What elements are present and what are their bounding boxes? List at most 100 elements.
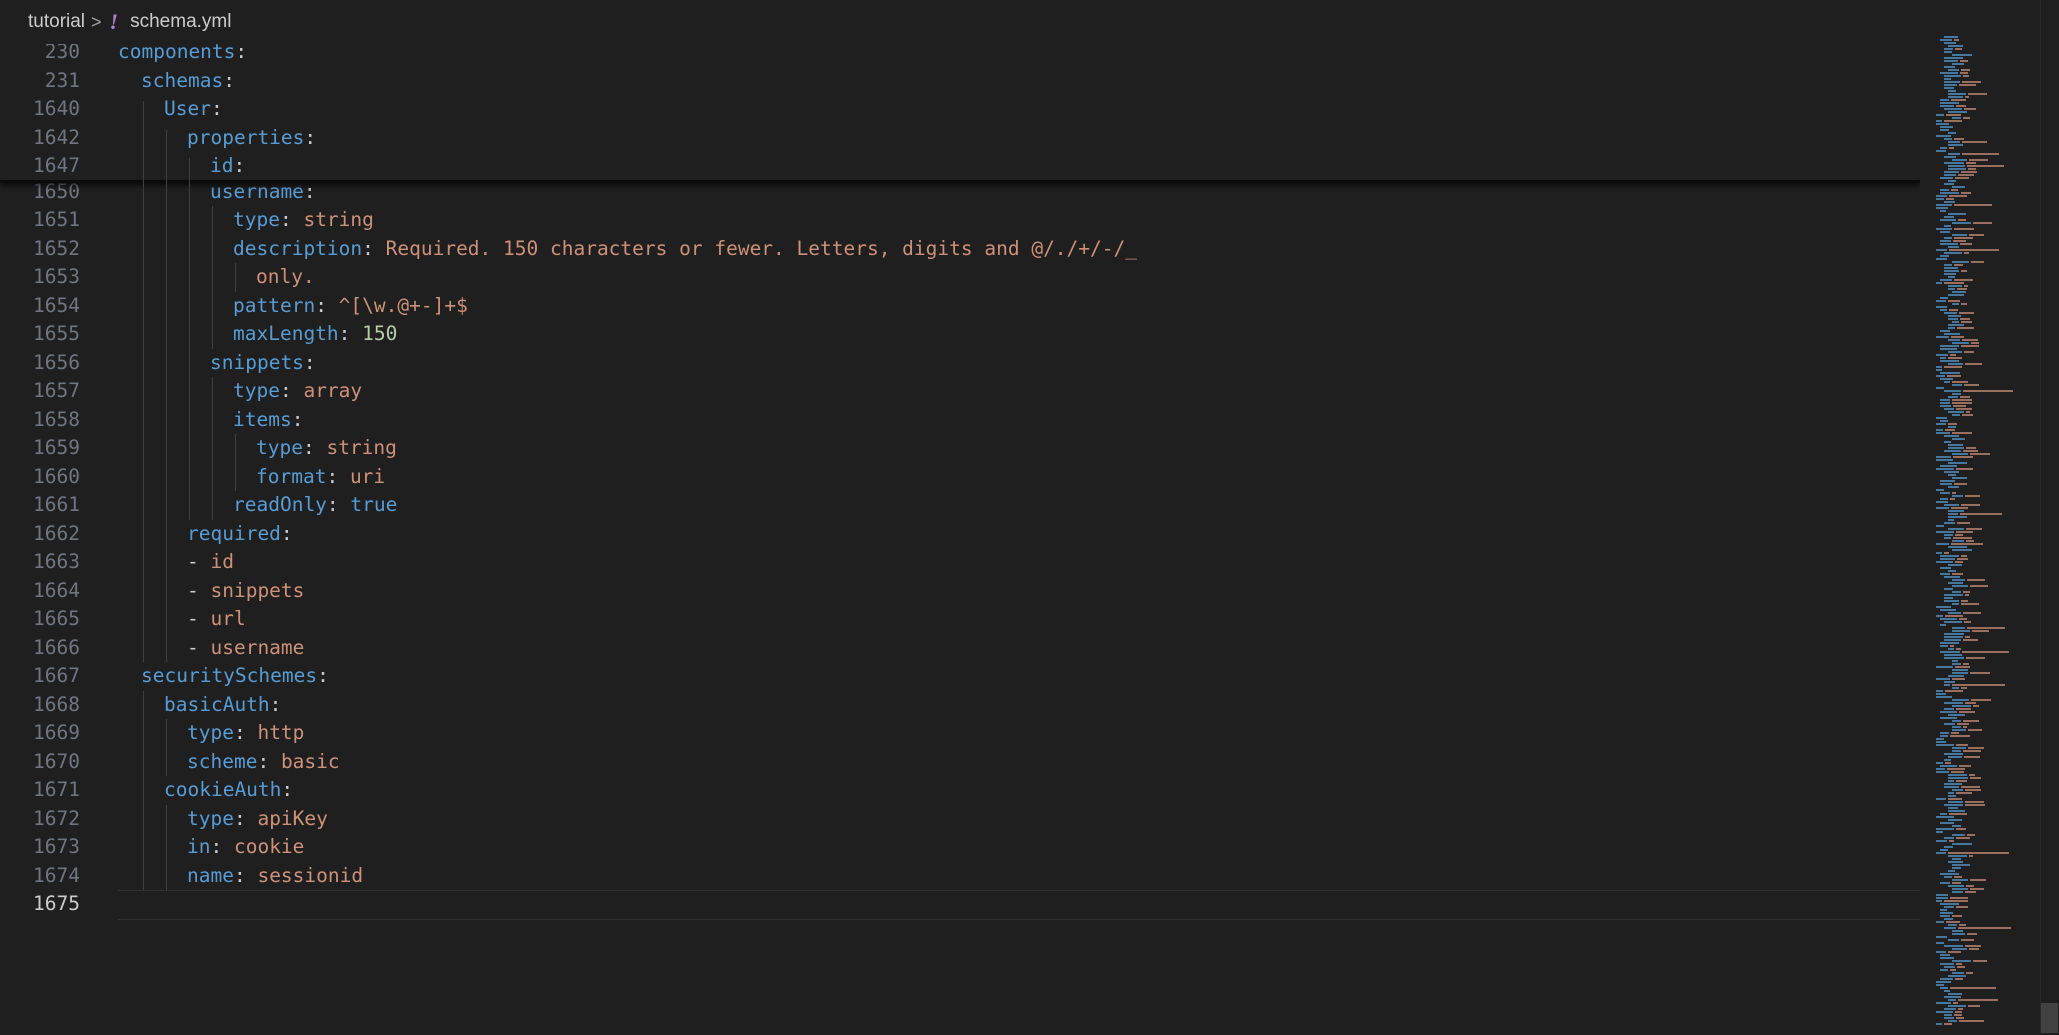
minimap-line bbox=[1944, 708, 1954, 710]
line-code: format: uri bbox=[256, 463, 385, 492]
minimap-line bbox=[1958, 927, 2012, 929]
code-line[interactable]: 230 components: bbox=[0, 44, 1920, 67]
code-token: : bbox=[315, 293, 339, 317]
minimap-line bbox=[1948, 474, 1957, 476]
code-token: id bbox=[210, 154, 234, 177]
code-editor[interactable]: 1648type: integer1649readOnly: true1650u… bbox=[0, 44, 1920, 1035]
code-line[interactable]: 1675 bbox=[0, 890, 1920, 919]
minimap-line bbox=[1949, 249, 1999, 251]
minimap-line bbox=[1944, 66, 1955, 68]
minimap-line bbox=[1944, 990, 1951, 992]
code-line[interactable]: 1657 type: array bbox=[0, 377, 1920, 406]
line-number: 1656 bbox=[33, 350, 80, 374]
code-line[interactable]: 1654 pattern: ^[\w.@+-]+$ bbox=[0, 292, 1920, 321]
minimap-line bbox=[1944, 576, 1961, 578]
code-line[interactable]: 1673 in: cookie bbox=[0, 833, 1920, 862]
code-line[interactable]: 1667 securitySchemes: bbox=[0, 662, 1920, 691]
code-line[interactable]: 1652 description: Required. 150 character… bbox=[0, 235, 1920, 264]
code-token: : bbox=[233, 863, 258, 887]
minimap-line bbox=[1952, 234, 1967, 236]
code-token: format bbox=[256, 464, 327, 488]
minimap-line bbox=[1944, 270, 1960, 272]
minimap-line bbox=[1950, 543, 1984, 545]
minimap-line bbox=[1952, 972, 1965, 974]
minimap-line bbox=[1955, 531, 1973, 533]
code-line[interactable]: 1655 maxLength: 150 bbox=[0, 320, 1920, 349]
minimap-line bbox=[1936, 489, 1944, 491]
code-token: cookieAuth bbox=[164, 778, 282, 801]
code-token: type bbox=[187, 806, 234, 830]
minimap-line bbox=[1944, 120, 1962, 122]
code-line[interactable]: 1662 required: bbox=[0, 520, 1920, 549]
minimap-line bbox=[1940, 99, 1949, 101]
minimap-line bbox=[1952, 699, 1970, 701]
minimap-line bbox=[1936, 831, 1943, 833]
code-line[interactable]: 1669 type: http bbox=[0, 719, 1920, 748]
code-line[interactable]: 1656 snippets: bbox=[0, 349, 1920, 378]
code-line[interactable]: 1671 cookieAuth: bbox=[0, 776, 1920, 805]
minimap-line bbox=[1969, 585, 1989, 587]
code-token: - bbox=[187, 550, 211, 573]
minimap-line bbox=[1948, 462, 1967, 464]
minimap-line bbox=[1952, 750, 1962, 752]
code-line[interactable]: 1640 User: bbox=[0, 95, 1920, 124]
minimap[interactable] bbox=[1930, 36, 2040, 1031]
minimap-line bbox=[1948, 570, 1956, 572]
code-line[interactable]: 1668 basicAuth: bbox=[0, 691, 1920, 720]
minimap-line bbox=[1953, 537, 1973, 539]
minimap-line bbox=[1948, 132, 1956, 134]
code-line[interactable]: 1651 type: string bbox=[0, 206, 1920, 235]
code-line[interactable]: 1653 only. bbox=[0, 263, 1920, 292]
minimap-line bbox=[1964, 384, 1979, 386]
minimap-line bbox=[1940, 624, 1947, 626]
minimap-line bbox=[1936, 501, 1948, 503]
minimap-line bbox=[1936, 900, 1943, 902]
minimap-line bbox=[1948, 444, 1964, 446]
line-number: 1658 bbox=[33, 407, 80, 431]
code-line[interactable]: 231 schemas: bbox=[0, 67, 1920, 96]
code-line[interactable]: 1660 format: uri bbox=[0, 463, 1920, 492]
code-line[interactable]: 1670 scheme: basic bbox=[0, 748, 1920, 777]
minimap-line bbox=[1944, 636, 1963, 638]
minimap-line bbox=[1948, 351, 1963, 353]
minimap-line bbox=[1964, 636, 1971, 638]
minimap-line bbox=[1962, 390, 2013, 392]
code-line[interactable]: 1672 type: apiKey bbox=[0, 805, 1920, 834]
minimap-line bbox=[1948, 69, 1959, 71]
minimap-line bbox=[1954, 534, 1964, 536]
code-line[interactable]: 1658 items: bbox=[0, 406, 1920, 435]
code-line[interactable]: 1674 name: sessionid bbox=[0, 862, 1920, 891]
code-line[interactable]: 1664 - snippets bbox=[0, 577, 1920, 606]
minimap-line bbox=[1936, 552, 1943, 554]
minimap-line bbox=[1964, 495, 1980, 497]
minimap-line bbox=[1936, 840, 1947, 842]
code-line[interactable]: 1661 readOnly: true bbox=[0, 491, 1920, 520]
minimap-line bbox=[1948, 510, 1964, 512]
minimap-line bbox=[1955, 978, 1963, 980]
minimap-line bbox=[1936, 387, 1944, 389]
minimap-line bbox=[1952, 1002, 1959, 1004]
minimap-line bbox=[1940, 105, 1955, 107]
minimap-line bbox=[1960, 192, 1972, 194]
code-line[interactable]: 1647 id: bbox=[0, 152, 1920, 181]
scrollbar-thumb[interactable] bbox=[2041, 1003, 2058, 1033]
breadcrumb-folder[interactable]: tutorial bbox=[28, 11, 85, 33]
code-line[interactable]: 1665 - url bbox=[0, 605, 1920, 634]
code-line[interactable]: 1663 - id bbox=[0, 548, 1920, 577]
vertical-scrollbar[interactable] bbox=[2040, 0, 2059, 1035]
minimap-line bbox=[1969, 159, 1988, 161]
code-line[interactable]: 1666 - username bbox=[0, 634, 1920, 663]
code-line[interactable]: 1659 type: string bbox=[0, 434, 1920, 463]
code-line[interactable]: 1642 properties: bbox=[0, 124, 1920, 153]
minimap-line bbox=[1948, 675, 1965, 677]
minimap-line bbox=[1944, 162, 1964, 164]
minimap-line bbox=[1951, 573, 1963, 575]
code-token: snippets bbox=[210, 350, 304, 374]
line-number: 1655 bbox=[33, 322, 80, 345]
minimap-line bbox=[1962, 720, 1979, 722]
breadcrumb-file[interactable]: schema.yml bbox=[130, 11, 231, 33]
minimap-line bbox=[1948, 96, 1963, 98]
minimap-line bbox=[1963, 726, 1968, 728]
minimap-line bbox=[1952, 663, 1962, 665]
sticky-scroll-header[interactable]: 230 components: 231 schemas: 1640 User: 1642 pr… bbox=[0, 44, 1920, 187]
